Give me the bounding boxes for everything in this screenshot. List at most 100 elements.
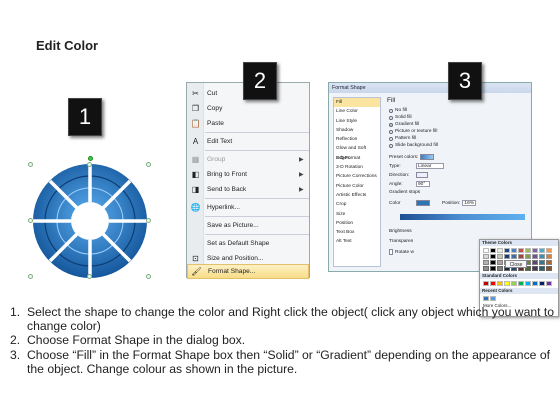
- color-swatch[interactable]: [497, 248, 503, 253]
- sidebar-item-picture-corrections[interactable]: Picture Corrections: [334, 172, 380, 181]
- sidebar-item-size[interactable]: Size: [334, 210, 380, 219]
- color-swatch[interactable]: [518, 281, 524, 286]
- radio-slide-background-fill[interactable]: Slide background fill: [389, 143, 438, 148]
- sidebar-item-3d-rotation[interactable]: 3-D Rotation: [334, 163, 380, 172]
- color-swatch[interactable]: [504, 254, 510, 259]
- color-swatch[interactable]: [483, 281, 489, 286]
- color-swatch[interactable]: [532, 260, 538, 265]
- color-swatch[interactable]: [539, 281, 545, 286]
- color-swatch[interactable]: [504, 248, 510, 253]
- resize-handle-tr[interactable]: [146, 162, 151, 167]
- radio-gradient-fill[interactable]: Gradient fill: [389, 122, 419, 127]
- color-picker-button[interactable]: [416, 200, 430, 206]
- resize-handle-tl[interactable]: [28, 162, 33, 167]
- radio-no-fill[interactable]: No fill: [389, 108, 407, 113]
- menu-item-hyperlink[interactable]: 🌐 Hyperlink...: [187, 200, 309, 215]
- color-swatch[interactable]: [483, 296, 489, 301]
- color-swatch[interactable]: [539, 248, 545, 253]
- color-swatch[interactable]: [532, 248, 538, 253]
- menu-item-paste[interactable]: 📋 Paste: [187, 116, 309, 131]
- sidebar-item-alt-text[interactable]: Alt Text: [334, 237, 380, 246]
- color-swatch[interactable]: [497, 260, 503, 265]
- step-badge-3: 3: [448, 62, 482, 100]
- color-swatch[interactable]: [497, 254, 503, 259]
- menu-item-group[interactable]: ▦ Group ▶: [187, 152, 309, 167]
- color-swatch[interactable]: [539, 266, 545, 271]
- resize-handle-br[interactable]: [146, 274, 151, 279]
- sidebar-item-line-color[interactable]: Line Color: [334, 107, 380, 116]
- color-swatch[interactable]: [539, 260, 545, 265]
- copy-icon: ❐: [191, 104, 200, 113]
- sidebar-item-artistic-effects[interactable]: Artistic Effects: [334, 191, 380, 200]
- preset-colors-button[interactable]: [420, 154, 435, 160]
- color-swatch[interactable]: [518, 254, 524, 259]
- resize-handle-r[interactable]: [146, 218, 151, 223]
- menu-item-save-as-picture[interactable]: Save as Picture...: [187, 218, 309, 233]
- resize-handle-t[interactable]: [87, 162, 92, 167]
- color-swatch[interactable]: [546, 260, 552, 265]
- gradient-stops-label: Gradient stops: [389, 190, 421, 195]
- color-swatch[interactable]: [483, 254, 489, 259]
- step-badge-1: 1: [68, 98, 102, 136]
- color-swatch[interactable]: [546, 266, 552, 271]
- sidebar-item-3d-format[interactable]: 3-D Format: [334, 154, 380, 163]
- resize-handle-bl[interactable]: [28, 274, 33, 279]
- color-swatch[interactable]: [546, 281, 552, 286]
- position-input[interactable]: 16%: [462, 200, 477, 206]
- selected-circular-shape[interactable]: [28, 156, 151, 279]
- menu-item-send-to-back[interactable]: ◨ Send to Back ▶: [187, 182, 309, 197]
- sidebar-item-picture-color[interactable]: Picture Color: [334, 182, 380, 191]
- color-swatch[interactable]: [525, 248, 531, 253]
- menu-item-edit-text[interactable]: A Edit Text: [187, 134, 309, 149]
- color-swatch[interactable]: [546, 254, 552, 259]
- menu-item-set-default-shape[interactable]: Set as Default Shape: [187, 236, 309, 251]
- instructions-list: 1. Select the shape to change the color a…: [10, 305, 555, 376]
- angle-input[interactable]: 90°: [416, 181, 430, 187]
- color-swatch[interactable]: [490, 248, 496, 253]
- color-swatch[interactable]: [490, 266, 496, 271]
- color-swatch[interactable]: [490, 296, 496, 301]
- radio-picture-fill[interactable]: Picture or texture fill: [389, 129, 437, 134]
- resize-handle-b[interactable]: [87, 274, 92, 279]
- color-swatch[interactable]: [511, 254, 517, 259]
- color-swatch[interactable]: [490, 260, 496, 265]
- sidebar-item-text-box[interactable]: Text Box: [334, 228, 380, 237]
- color-swatch[interactable]: [511, 248, 517, 253]
- sidebar-item-glow[interactable]: Glow and Soft Edges: [334, 144, 380, 160]
- rotate-with-shape-checkbox[interactable]: Rotate w: [389, 249, 414, 255]
- sidebar-item-position[interactable]: Position: [334, 219, 380, 228]
- color-swatch[interactable]: [546, 248, 552, 253]
- sidebar-item-crop[interactable]: Crop: [334, 200, 380, 209]
- color-swatch[interactable]: [504, 281, 510, 286]
- color-swatch[interactable]: [490, 254, 496, 259]
- sidebar-item-reflection[interactable]: Reflection: [334, 135, 380, 144]
- color-swatch[interactable]: [497, 266, 503, 271]
- rotate-handle[interactable]: [88, 156, 93, 161]
- color-swatch[interactable]: [525, 254, 531, 259]
- resize-handle-l[interactable]: [28, 218, 33, 223]
- menu-item-copy[interactable]: ❐ Copy: [187, 101, 309, 116]
- color-swatch[interactable]: [490, 281, 496, 286]
- sidebar-item-shadow[interactable]: Shadow: [334, 126, 380, 135]
- color-swatch[interactable]: [497, 281, 503, 286]
- gradient-stops-bar[interactable]: [400, 214, 525, 220]
- color-swatch[interactable]: [539, 254, 545, 259]
- radio-pattern-fill[interactable]: Pattern fill: [389, 136, 416, 141]
- color-swatch[interactable]: [532, 281, 538, 286]
- color-swatch[interactable]: [483, 260, 489, 265]
- type-dropdown[interactable]: Linear: [416, 163, 444, 169]
- color-swatch[interactable]: [532, 266, 538, 271]
- color-swatch[interactable]: [483, 248, 489, 253]
- color-swatch[interactable]: [518, 248, 524, 253]
- sidebar-item-fill[interactable]: Fill: [334, 98, 380, 108]
- sidebar-item-line-style[interactable]: Line Style: [334, 117, 380, 126]
- color-swatch[interactable]: [532, 254, 538, 259]
- close-button[interactable]: Close: [505, 260, 527, 268]
- menu-item-bring-to-front[interactable]: ◧ Bring to Front ▶: [187, 167, 309, 182]
- color-swatch[interactable]: [525, 281, 531, 286]
- radio-solid-fill[interactable]: Solid fill: [389, 115, 412, 120]
- color-swatch[interactable]: [483, 266, 489, 271]
- menu-item-format-shape[interactable]: 🖌 Format Shape...: [187, 264, 309, 279]
- direction-button[interactable]: [416, 172, 428, 178]
- color-swatch[interactable]: [511, 281, 517, 286]
